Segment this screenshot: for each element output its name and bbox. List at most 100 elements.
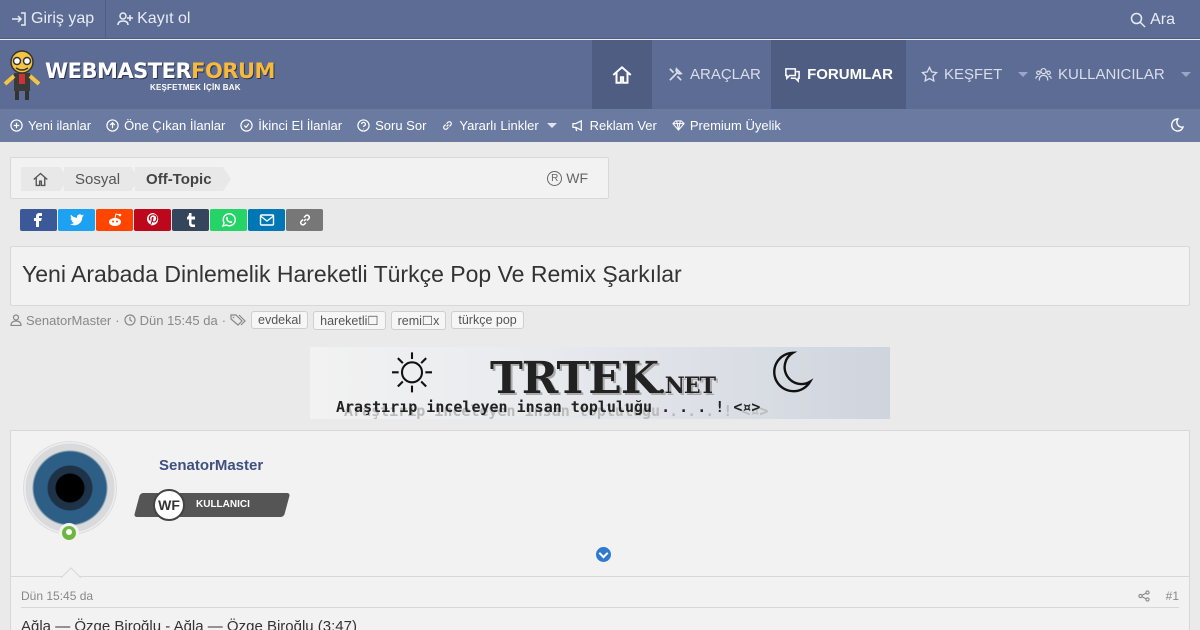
nav-tools-label: ARAÇLAR <box>690 66 761 83</box>
thread-title: Yeni Arabada Dinlemelik Hareketli Türkçe… <box>22 261 682 287</box>
subnav-label: Yararlı Linkler <box>459 118 539 133</box>
subnav-label: Reklam Ver <box>589 118 657 133</box>
banner-ad[interactable]: TRTEK.NET Araştırıp inceleyen insan topl… <box>310 347 890 419</box>
search-button[interactable]: Ara <box>1119 0 1186 39</box>
subnav-label: Yeni ilanlar <box>28 118 92 133</box>
reddit-icon <box>108 213 121 226</box>
home-icon <box>33 172 48 186</box>
expand-button[interactable] <box>596 547 611 562</box>
facebook-icon <box>33 213 42 227</box>
subnav-premium[interactable]: Premium Üyelik <box>672 118 781 133</box>
share-twitter[interactable] <box>58 209 95 231</box>
subnav-featured-listings[interactable]: Öne Çıkan İlanlar <box>106 118 225 133</box>
megaphone-icon <box>571 119 582 132</box>
subnav-advertise[interactable]: Reklam Ver <box>571 118 657 133</box>
subnav-ask-question[interactable]: Soru Sor <box>357 118 426 133</box>
share-pinterest[interactable] <box>134 209 171 231</box>
nav-tools[interactable]: ARAÇLAR <box>667 40 761 109</box>
nav-users-label: KULLANICILAR <box>1058 66 1165 83</box>
sub-navigation: Yeni ilanlar Öne Çıkan İlanlar İkinci El… <box>0 109 1200 142</box>
nav-forums[interactable]: FORUMLAR <box>771 40 906 109</box>
share-tumblr[interactable] <box>172 209 209 231</box>
register-label: Kayıt ol <box>137 10 191 27</box>
tools-icon <box>669 67 683 81</box>
post: SenatorMaster WF KULLANICI Dün 15:45 da … <box>10 430 1190 630</box>
user-rank-banner: WF KULLANICI <box>133 489 291 521</box>
share-whatsapp[interactable] <box>210 209 247 231</box>
arrow-up-circle-icon <box>106 119 119 132</box>
site-header: WEBMASTERFORUM KEŞFETMEK İÇİN BAK ARAÇLA… <box>0 40 1200 109</box>
breadcrumb-item[interactable]: Off-Topic <box>135 167 231 191</box>
register-link[interactable]: Kayıt ol <box>106 0 201 39</box>
chevron-down-icon[interactable] <box>546 123 557 128</box>
user-icon <box>10 314 22 326</box>
thread-meta: SenatorMaster · Dün 15:45 da · evdekal h… <box>10 310 524 330</box>
top-bar: Giriş yap Kayıt ol Ara <box>0 0 1200 39</box>
breadcrumb-item[interactable]: Sosyal <box>64 167 140 191</box>
login-icon <box>12 12 26 26</box>
avatar[interactable] <box>23 441 117 535</box>
subnav-label: Öne Çıkan İlanlar <box>124 118 226 133</box>
nav-explore[interactable]: KEŞFET <box>921 40 1029 109</box>
subnav-useful-links[interactable]: Yararlı Linkler <box>441 118 557 133</box>
post-actions: #1 <box>1137 589 1179 603</box>
nav-explore-label: KEŞFET <box>944 66 1003 83</box>
share-email[interactable] <box>248 209 285 231</box>
site-logo[interactable]: WEBMASTERFORUM KEŞFETMEK İÇİN BAK <box>0 46 275 104</box>
user-plus-icon <box>117 12 134 26</box>
online-status-icon <box>59 523 79 543</box>
search-label: Ara <box>1150 10 1175 28</box>
thread-date[interactable]: Dün 15:45 da <box>140 313 218 328</box>
chevron-down-icon[interactable] <box>1018 72 1029 77</box>
post-number[interactable]: #1 <box>1166 589 1179 603</box>
banner-brand: TRTEK.NET <box>490 353 716 404</box>
subnav-label: Soru Sor <box>375 118 427 133</box>
share-icon[interactable] <box>1137 590 1150 602</box>
tag[interactable]: evdekal <box>251 311 309 329</box>
post-user-area: SenatorMaster WF KULLANICI <box>11 431 1189 577</box>
share-link[interactable] <box>286 209 323 231</box>
login-link[interactable]: Giriş yap <box>0 0 105 39</box>
subnav-new-listings[interactable]: Yeni ilanlar <box>10 118 91 133</box>
comments-icon <box>785 68 800 83</box>
users-icon <box>1035 67 1052 81</box>
logo-text: WEBMASTERFORUM <box>45 59 275 83</box>
share-facebook[interactable] <box>20 209 57 231</box>
whatsapp-icon <box>221 213 236 228</box>
envelope-icon <box>259 214 274 226</box>
link-icon <box>299 214 310 226</box>
theme-toggle[interactable] <box>1170 117 1186 138</box>
twitter-icon <box>69 214 84 226</box>
pinterest-icon <box>146 212 158 226</box>
banner-brand-suffix: .NET <box>658 373 716 399</box>
nav-home[interactable] <box>592 40 652 109</box>
sun-icon <box>392 352 432 393</box>
breadcrumb-home[interactable] <box>21 167 68 191</box>
moon-icon <box>1171 118 1185 132</box>
share-reddit[interactable] <box>96 209 133 231</box>
post-date[interactable]: Dün 15:45 da <box>21 589 93 603</box>
breadcrumb: Sosyal Off-Topic R WF <box>10 157 609 199</box>
banner-brand-name: TRTEK <box>490 353 659 404</box>
nav-users[interactable]: KULLANICILAR <box>1035 40 1191 109</box>
tag[interactable]: türkçe pop <box>451 311 524 329</box>
rank-label: KULLANICI <box>196 499 250 510</box>
login-label: Giriş yap <box>31 10 95 27</box>
meta-separator: · <box>221 312 227 328</box>
tag[interactable]: hareketli☐ <box>313 310 386 330</box>
tag[interactable]: remi☐x <box>390 310 447 330</box>
plus-circle-icon <box>10 119 23 132</box>
star-icon <box>921 66 938 83</box>
share-buttons <box>20 209 323 231</box>
link-icon <box>443 121 453 130</box>
subnav-second-hand-listings[interactable]: İkinci El İlanlar <box>240 118 342 133</box>
thread-author[interactable]: SenatorMaster <box>26 313 111 328</box>
nav-forums-label: FORUMLAR <box>807 66 893 83</box>
post-body: Ağla — Özge Biroğlu - Ağla — Özge Biroğl… <box>21 618 357 630</box>
divider <box>21 607 1179 608</box>
chevron-down-icon[interactable] <box>1180 72 1191 77</box>
home-icon <box>612 65 632 84</box>
wf-badge-label: WF <box>566 170 588 186</box>
post-username[interactable]: SenatorMaster <box>159 457 263 474</box>
diamond-icon <box>672 120 685 131</box>
